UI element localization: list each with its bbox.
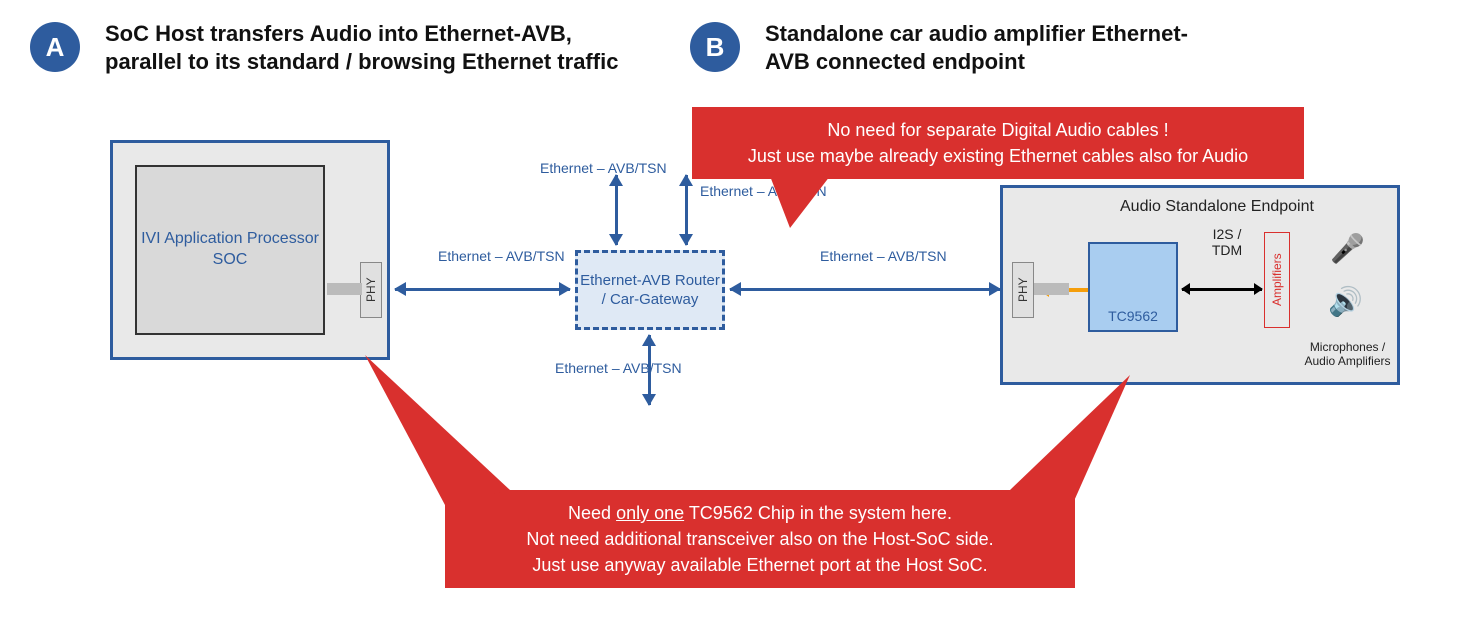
endpoint-title: Audio Standalone Endpoint <box>1120 198 1314 216</box>
phy-a-connector <box>327 283 362 295</box>
callout-top-pointer <box>770 176 840 236</box>
callout-top: No need for separate Digital Audio cable… <box>692 107 1304 179</box>
eth-label-down: Ethernet – AVB/TSN <box>555 360 682 377</box>
ivi-soc-box: IVI Application Processor SOC <box>135 165 325 335</box>
eth-label-right: Ethernet – AVB/TSN <box>820 248 947 265</box>
callout-bottom-line2: Not need additional transceiver also on … <box>465 526 1055 552</box>
i2s-arrow <box>1182 288 1262 291</box>
callout-bottom-pointer-right <box>1010 370 1180 510</box>
badge-a: A <box>30 22 80 72</box>
eth-label-up-left: Ethernet – AVB/TSN <box>540 160 667 177</box>
callout-bottom-pointer-left <box>360 350 520 510</box>
callout-top-line2: Just use maybe already existing Ethernet… <box>712 143 1284 169</box>
router-box: Ethernet-AVB Router / Car-Gateway <box>575 250 725 330</box>
microphone-icon: 🎤 <box>1330 232 1365 265</box>
phy-box-a: PHY <box>360 262 382 318</box>
arrow-a-to-router <box>395 288 570 291</box>
arrow-router-to-b <box>730 288 1000 291</box>
devices-label: Microphones / Audio Amplifiers <box>1300 340 1395 369</box>
phy-b-connector <box>1034 283 1069 295</box>
tc9562-chip: TC9562 <box>1088 242 1178 332</box>
callout-bottom: Need only one TC9562 Chip in the system … <box>445 490 1075 588</box>
speaker-icon: 🔊 <box>1328 285 1363 318</box>
arrow-router-up-left <box>615 175 618 245</box>
heading-b: Standalone car audio amplifier Ethernet-… <box>765 20 1205 75</box>
i2s-label: I2S / TDM <box>1202 226 1252 258</box>
eth-label-left: Ethernet – AVB/TSN <box>438 248 565 265</box>
heading-a: SoC Host transfers Audio into Ethernet-A… <box>105 20 655 75</box>
arrow-router-up-right <box>685 175 688 245</box>
callout-bottom-line1: Need only one TC9562 Chip in the system … <box>465 500 1055 526</box>
callout-bottom-line3: Just use anyway available Ethernet port … <box>465 552 1055 578</box>
callout-top-line1: No need for separate Digital Audio cable… <box>712 117 1284 143</box>
phy-box-b: PHY <box>1012 262 1034 318</box>
amplifiers-box: Amplifiers <box>1264 232 1290 328</box>
badge-b: B <box>690 22 740 72</box>
